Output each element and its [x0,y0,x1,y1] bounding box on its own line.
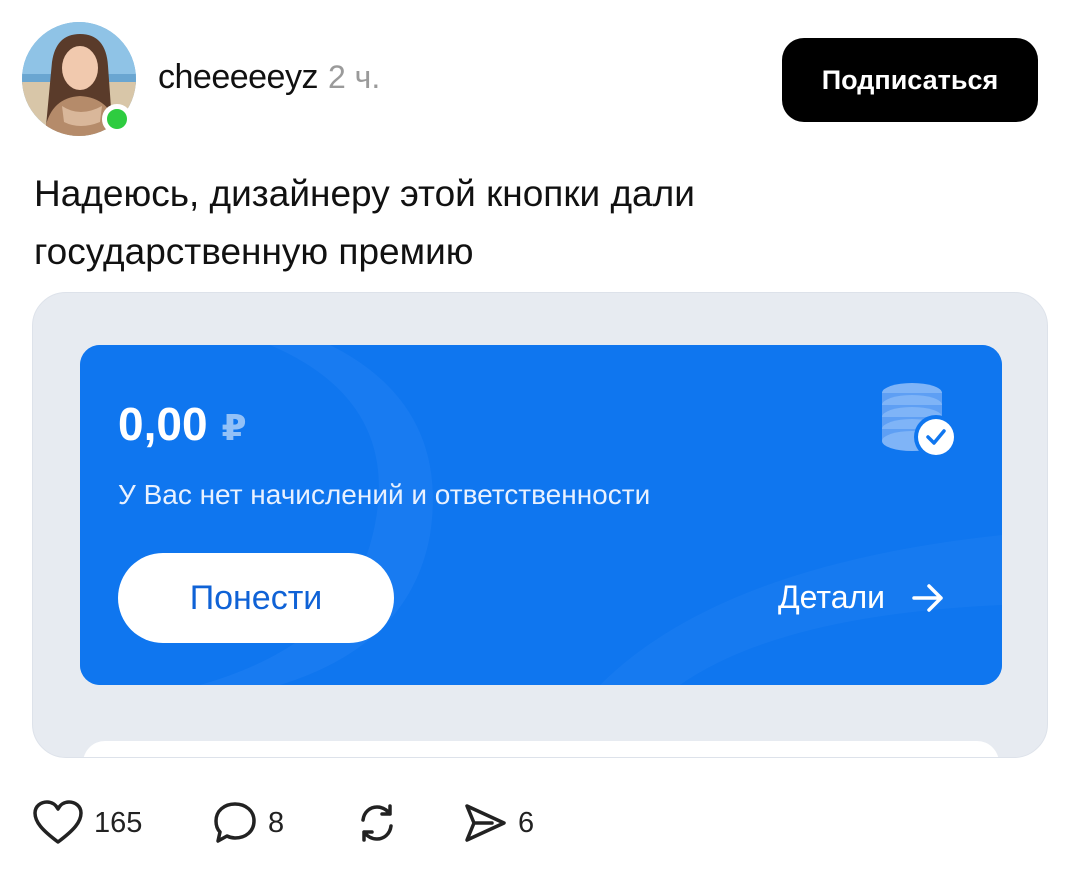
carry-button[interactable]: Понести [118,553,394,643]
comments-count: 8 [268,806,285,839]
balance-value: 0,00 [118,398,208,450]
post-actions: 165 8 6 [32,800,732,846]
heart-icon [33,800,83,844]
details-label: Детали [778,579,886,615]
username[interactable]: cheeeeeyz [158,58,318,97]
arrow-right-icon [912,583,943,612]
balance-amount: 0,00 ₽ [118,397,247,451]
post-header: cheeeeeyz 2 ч. Подписаться [0,0,1080,150]
post-text: Надеюсь, дизайнеру этой кнопки дали госу… [34,165,1034,281]
currency-sign: ₽ [221,407,247,448]
post-text-line: Надеюсь, дизайнеру этой кнопки дали [34,173,695,214]
post-text-line: государственную премию [34,231,474,272]
card-subtitle: У Вас нет начислений и ответственности [118,479,651,510]
share-action[interactable]: 6 [462,800,534,846]
user-line: cheeeeeyz 2 ч. [158,58,380,102]
subscribe-button[interactable]: Подписаться [782,38,1038,122]
likes-count: 165 [94,806,143,839]
repost-action[interactable] [354,800,400,846]
bottom-sheet-edge [83,741,999,757]
comment-action[interactable]: 8 [212,800,284,846]
post-image[interactable]: 0,00 ₽ У Вас нет начислений и ответствен… [32,292,1048,758]
comment-bubble-icon [214,802,256,843]
repost-icon [361,804,393,842]
post-time: 2 ч. [327,59,381,95]
like-action[interactable]: 165 [32,800,142,846]
shares-count: 6 [518,806,535,839]
send-icon [465,804,506,842]
online-status-dot [102,104,132,134]
details-link[interactable]: Детали [778,579,945,616]
balance-card: 0,00 ₽ У Вас нет начислений и ответствен… [80,345,1002,685]
coins-check-icon [882,383,958,459]
